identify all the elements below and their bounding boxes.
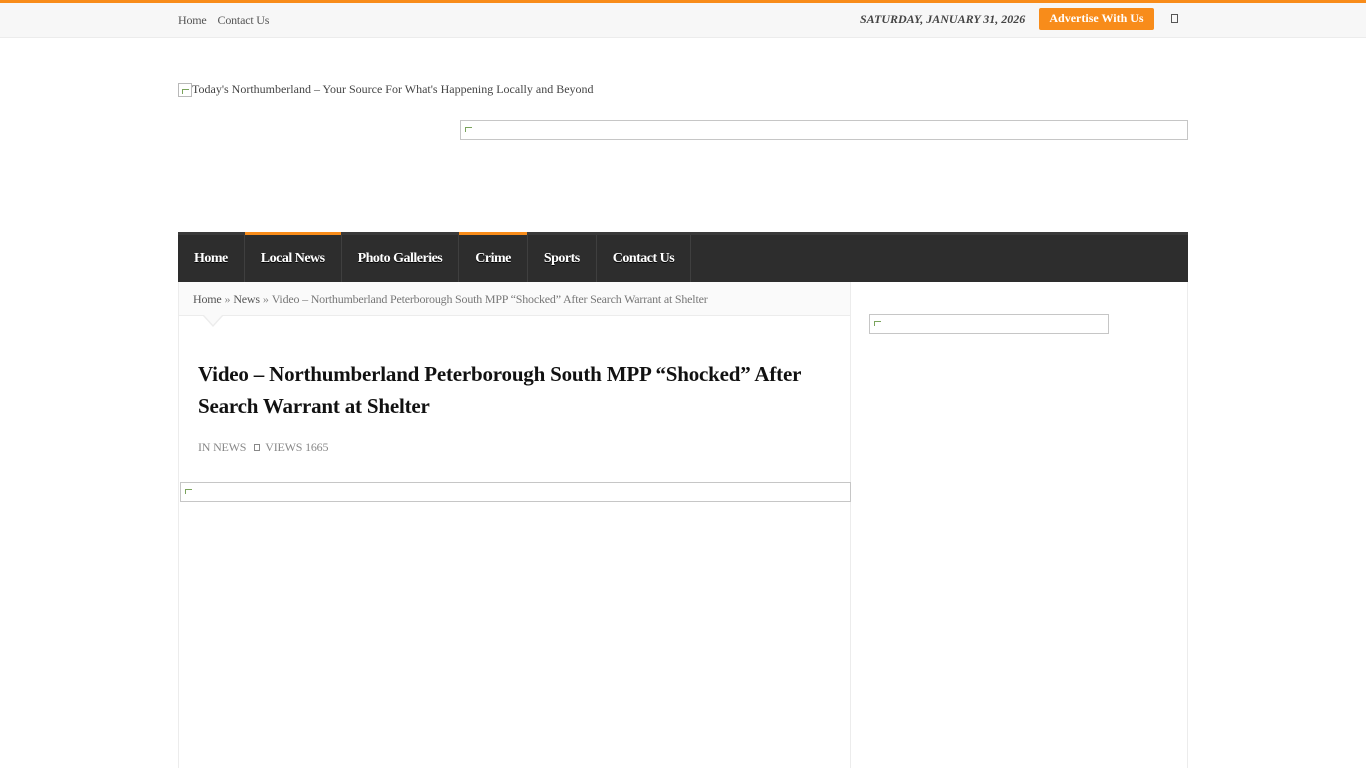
nav-item-home[interactable]: Home — [178, 235, 245, 282]
nav-item-local-news[interactable]: Local News — [244, 232, 342, 282]
article-title: Video – Northumberland Peterborough Sout… — [198, 362, 801, 418]
category-link[interactable]: NEWS — [213, 440, 246, 455]
nav-item-sports[interactable]: Sports — [528, 235, 597, 282]
breadcrumb-separator: » — [224, 292, 231, 306]
nav-item-crime[interactable]: Crime — [459, 232, 528, 282]
search-icon[interactable] — [1171, 14, 1178, 23]
article-featured-image — [180, 482, 851, 502]
sidebar — [851, 282, 1188, 768]
breadcrumb-current: Video – Northumberland Peterborough Sout… — [271, 292, 708, 306]
sidebar-ad-image[interactable] — [869, 314, 1109, 334]
breadcrumb: Home» News» Video – Northumberland Peterbo… — [179, 282, 850, 316]
breadcrumb-separator: » — [262, 292, 269, 306]
site-logo-alt-text: Today's Northumberland – Your Source For… — [192, 82, 594, 96]
current-date: SATURDAY, JANUARY 31, 2026 — [860, 12, 1026, 26]
broken-image-icon — [182, 484, 196, 498]
top-bar: Home Contact Us SATURDAY, JANUARY 31, 20… — [0, 3, 1366, 38]
eye-icon — [254, 444, 261, 451]
breadcrumb-news[interactable]: News — [233, 292, 260, 306]
header-ad-banner[interactable] — [460, 120, 1188, 140]
main-nav: Home Local News Photo Galleries Crime Sp… — [178, 232, 1188, 282]
views-count: VIEWS 1665 — [265, 440, 329, 454]
breadcrumb-pointer — [203, 315, 223, 327]
category-prefix: IN — [198, 440, 211, 454]
top-nav-contact-us[interactable]: Contact Us — [218, 13, 270, 28]
top-nav-home[interactable]: Home — [178, 13, 207, 28]
nav-item-photo-galleries[interactable]: Photo Galleries — [342, 235, 460, 282]
breadcrumb-home[interactable]: Home — [193, 292, 222, 306]
site-logo[interactable]: Today's Northumberland – Your Source For… — [178, 82, 594, 97]
nav-item-contact-us[interactable]: Contact Us — [597, 235, 692, 282]
broken-image-icon — [178, 82, 192, 97]
advertise-button[interactable]: Advertise With Us — [1039, 8, 1154, 30]
broken-image-icon — [871, 316, 885, 330]
broken-image-icon — [462, 122, 476, 136]
article-meta: IN NEWS VIEWS 1665 — [198, 440, 328, 455]
article-content: Home» News» Video – Northumberland Peterbo… — [178, 282, 851, 768]
top-nav: Home Contact Us — [178, 3, 280, 37]
